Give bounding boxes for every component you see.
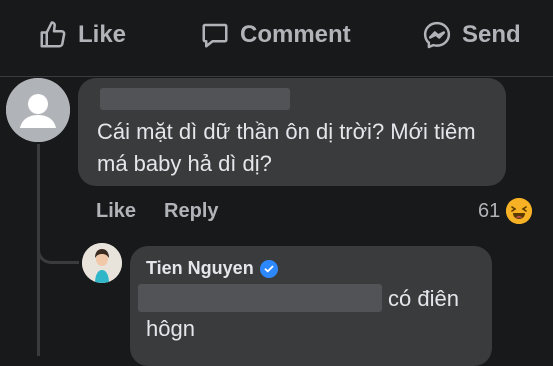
- reaction-summary[interactable]: 61: [478, 198, 533, 224]
- like-label: Like: [78, 21, 127, 48]
- comment-button[interactable]: Comment: [200, 20, 351, 50]
- haha-emoji-icon: [506, 198, 533, 224]
- comment-bubble-icon: [200, 20, 230, 50]
- redacted-commenter-name: [100, 88, 290, 110]
- like-button[interactable]: Like: [38, 20, 126, 50]
- profile-photo-icon: [82, 243, 122, 283]
- comment-reply-link[interactable]: Reply: [164, 200, 218, 223]
- comment-like-link[interactable]: Like: [96, 200, 136, 223]
- reaction-count: 61: [478, 199, 501, 222]
- messenger-icon: [422, 20, 452, 50]
- post-action-bar: Like Comment Send: [0, 0, 553, 77]
- send-button[interactable]: Send: [422, 20, 521, 50]
- reply-author[interactable]: Tien Nguyen: [146, 258, 278, 279]
- verified-badge-icon: [259, 259, 278, 278]
- comment-label: Comment: [240, 21, 351, 48]
- reply-author-name: Tien Nguyen: [146, 258, 254, 278]
- comment-actions: Like Reply: [96, 200, 219, 223]
- send-label: Send: [462, 21, 521, 48]
- default-user-icon: [6, 78, 70, 142]
- thread-branch: [37, 228, 79, 264]
- thumbs-up-icon: [38, 20, 68, 50]
- reply-text-line2: hôgn: [146, 316, 195, 341]
- comment-text: Cái mặt dì dữ thần ôn dị trời? Mới tiêm …: [97, 119, 476, 176]
- reply-author-avatar[interactable]: [82, 243, 122, 283]
- commenter-avatar[interactable]: [6, 78, 70, 142]
- redacted-reply-text: [138, 284, 382, 312]
- reply-text-line1: có điên: [388, 286, 459, 311]
